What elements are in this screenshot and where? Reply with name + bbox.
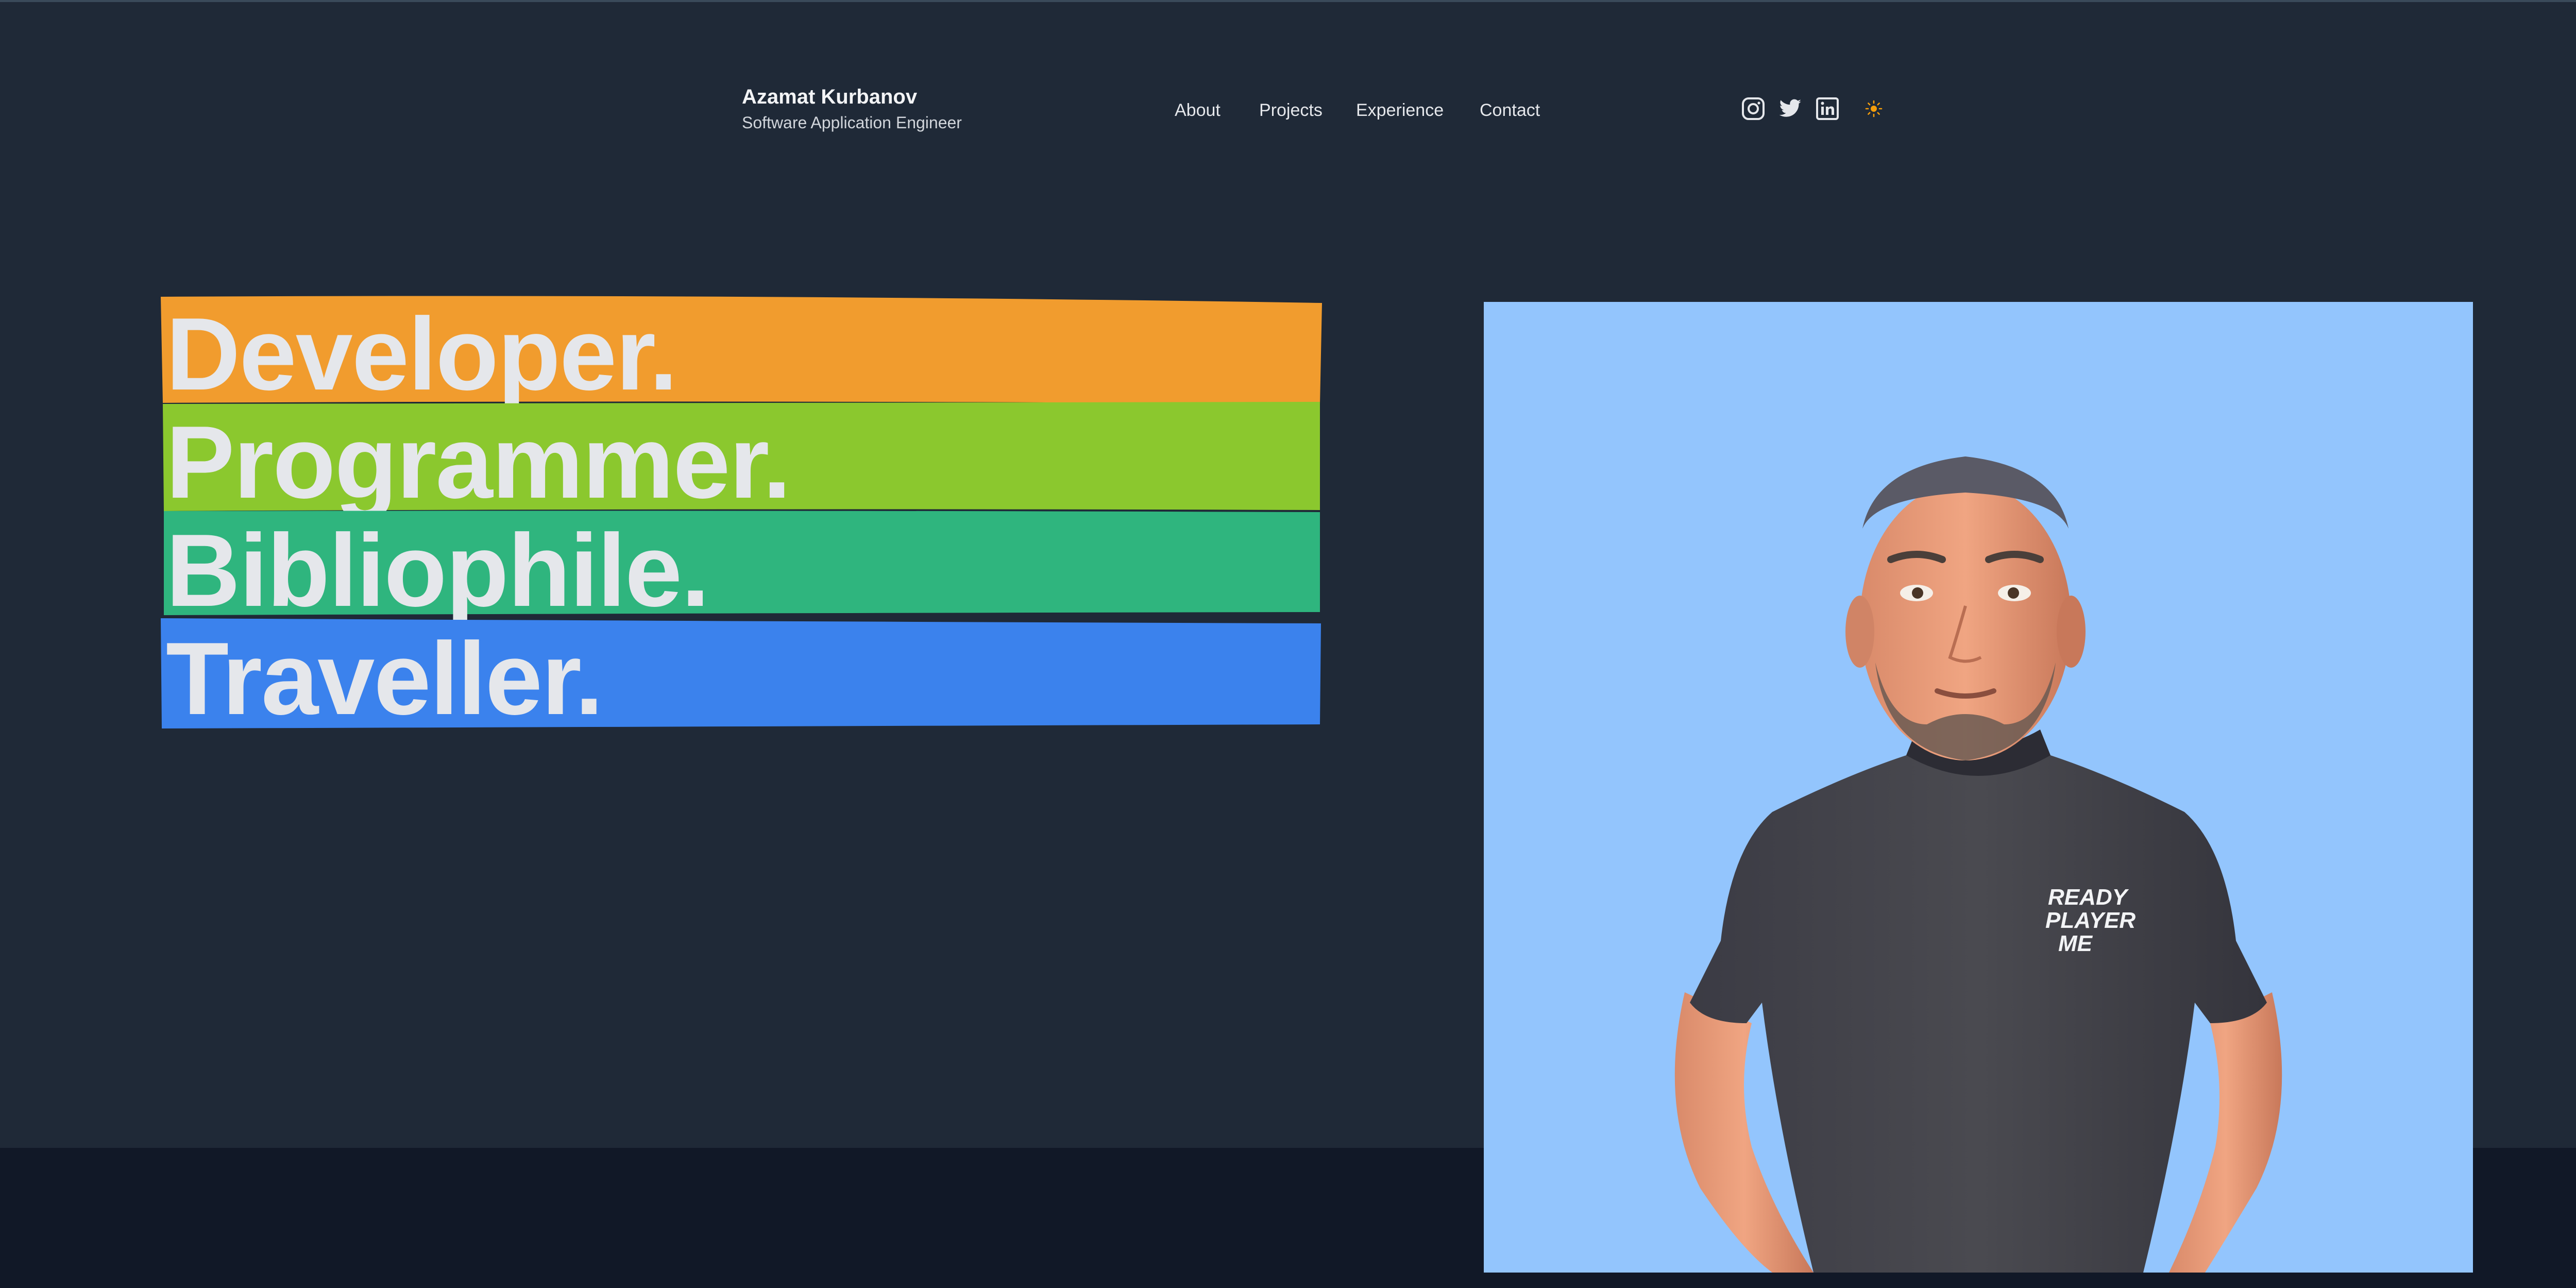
svg-text:ME: ME — [2058, 931, 2093, 956]
site-owner-name[interactable]: Azamat Kurbanov — [742, 84, 962, 109]
hero-word: Programmer. — [166, 405, 791, 520]
nav-link-experience[interactable]: Experience — [1356, 98, 1444, 123]
hero-word: Bibliophile. — [166, 513, 710, 628]
page: Azamat Kurbanov Software Application Eng… — [0, 0, 2576, 1288]
avatar-image: READY PLAYER ME — [1484, 302, 2473, 1273]
linkedin-icon[interactable] — [1816, 97, 1839, 121]
hero-row-developer: Developer. — [160, 294, 1324, 406]
nav-link-projects[interactable]: Projects — [1259, 98, 1323, 123]
site-owner-role: Software Application Engineer — [742, 113, 962, 132]
svg-text:PLAYER: PLAYER — [2045, 908, 2136, 933]
hero-row-bibliophile: Bibliophile. — [160, 510, 1324, 622]
nav-link-contact[interactable]: Contact — [1480, 98, 1540, 123]
svg-text:READY: READY — [2048, 885, 2129, 910]
hero-row-programmer: Programmer. — [160, 402, 1324, 514]
twitter-icon[interactable] — [1778, 97, 1802, 121]
hero-word: Developer. — [166, 297, 678, 412]
hero-word: Traveller. — [166, 621, 603, 736]
nav-link-about[interactable]: About — [1175, 98, 1221, 123]
instagram-icon[interactable] — [1741, 97, 1765, 121]
top-edge-line — [0, 0, 2576, 2]
hero-row-traveller: Traveller. — [160, 618, 1324, 731]
hero-words: Developer. Programmer. Bibliophile. Trav… — [160, 294, 1324, 731]
sun-icon[interactable] — [1865, 100, 1883, 117]
brand[interactable]: Azamat Kurbanov Software Application Eng… — [742, 84, 962, 134]
avatar-illustration: READY PLAYER ME — [1674, 456, 2282, 1273]
